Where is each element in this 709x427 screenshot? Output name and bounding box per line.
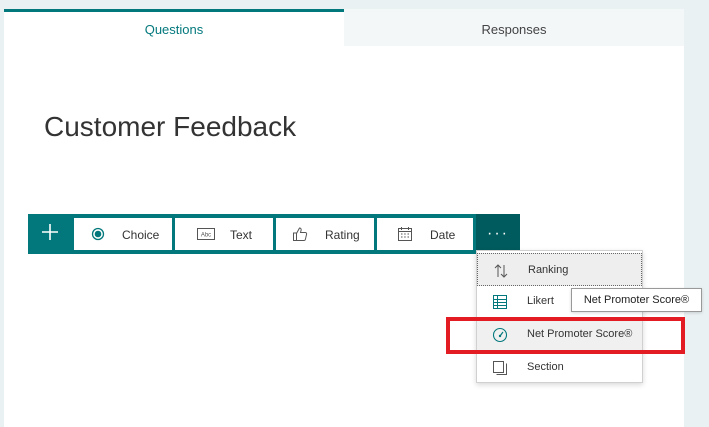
menu-item-likert-label: Likert: [527, 295, 554, 307]
ellipsis-icon: ···: [487, 225, 509, 242]
menu-item-net-promoter-score-label: Net Promoter Score®: [527, 328, 633, 340]
date-label: Date: [430, 228, 456, 242]
gauge-icon: [492, 327, 508, 343]
calendar-icon: [397, 226, 413, 242]
tab-questions[interactable]: Questions: [4, 9, 344, 46]
plus-icon: [41, 223, 59, 246]
net-promoter-score-tooltip: Net Promoter Score®: [571, 288, 702, 312]
text-icon: Abc: [197, 228, 215, 240]
radio-icon: [91, 227, 105, 241]
menu-item-section-label: Section: [527, 361, 564, 373]
choice-label: Choice: [122, 228, 160, 242]
svg-text:Abc: Abc: [201, 233, 211, 239]
choice-button[interactable]: Choice: [74, 218, 172, 250]
rating-label: Rating: [325, 228, 360, 242]
text-label: Text: [230, 228, 253, 242]
grid-icon: [492, 294, 508, 310]
sort-arrows-icon: [493, 263, 509, 279]
tab-responses-label: Responses: [481, 21, 547, 37]
menu-item-ranking-label: Ranking: [528, 264, 569, 276]
more-question-types-menu: Ranking Likert Net Promoter Score® Secti…: [476, 250, 643, 383]
thumbs-up-icon: [292, 226, 308, 242]
form-title[interactable]: Customer Feedback: [44, 111, 296, 143]
date-button[interactable]: Date: [377, 218, 473, 250]
tab-questions-label: Questions: [144, 21, 204, 37]
menu-item-net-promoter-score[interactable]: Net Promoter Score®: [477, 318, 642, 351]
menu-item-section[interactable]: Section: [477, 351, 642, 384]
rating-button[interactable]: Rating: [276, 218, 374, 250]
more-question-types-button[interactable]: ···: [476, 214, 520, 254]
add-question-toolbar: Choice Abc Text Rating Date ···: [28, 214, 520, 254]
menu-item-ranking[interactable]: Ranking: [477, 253, 642, 286]
tooltip-text: Net Promoter Score®: [583, 294, 690, 306]
text-button[interactable]: Abc Text: [175, 218, 273, 250]
add-question-button[interactable]: [28, 214, 72, 254]
tab-responses[interactable]: Responses: [344, 9, 684, 46]
section-icon: [492, 360, 508, 376]
